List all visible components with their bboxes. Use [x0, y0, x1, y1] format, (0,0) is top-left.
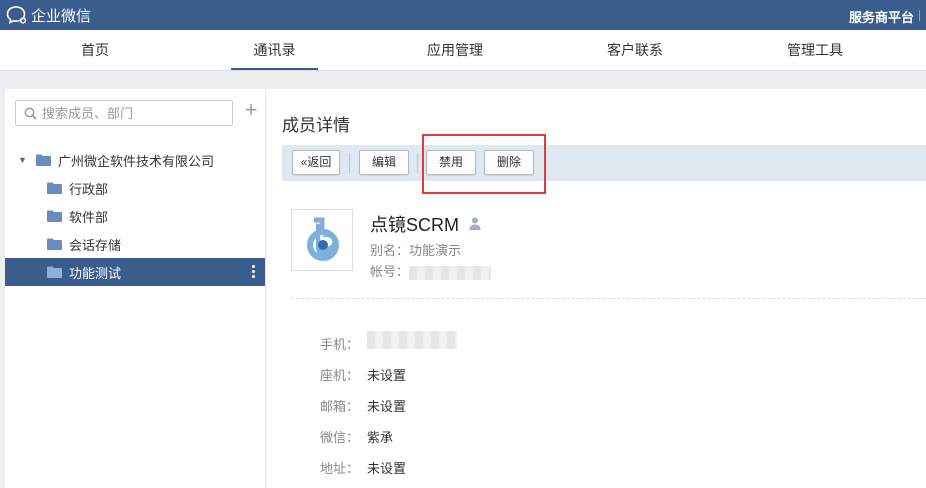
- folder-icon: [47, 238, 62, 250]
- tab-home[interactable]: 首页: [20, 30, 170, 70]
- tree-item-label: 行政部: [69, 181, 109, 197]
- account-value-redacted: [409, 265, 492, 280]
- back-button[interactable]: «返回: [292, 150, 340, 175]
- service-platform-link[interactable]: 服务商平台: [849, 7, 914, 26]
- tree-item-dept[interactable]: 行政部: [5, 174, 265, 202]
- tab-management-tools[interactable]: 管理工具: [740, 30, 890, 70]
- alias-value: 功能演示: [409, 243, 462, 258]
- tab-app-management[interactable]: 应用管理: [380, 30, 530, 70]
- wework-logo-icon: [6, 6, 27, 24]
- app-title: 企业微信: [31, 7, 92, 25]
- member-detail-panel: 成员详情 «返回 编辑 禁用 删除 点镜SCRM 别名：功能演示 帐号： 手机：…: [266, 89, 926, 488]
- field-value-landline: 未设置: [367, 368, 407, 383]
- folder-icon: [47, 266, 62, 278]
- main-nav: 首页 通讯录 应用管理 客户联系 管理工具: [0, 30, 926, 71]
- toolbar-divider: [417, 153, 418, 173]
- field-value-wechat: 紫承: [367, 430, 394, 445]
- field-label-landline: 座机：: [320, 368, 360, 383]
- person-icon: [469, 217, 481, 230]
- action-toolbar: «返回 编辑 禁用 删除: [282, 145, 926, 181]
- member-avatar-logo: [307, 217, 339, 261]
- tree-item-dept[interactable]: 软件部: [5, 202, 265, 230]
- highlight-box: [422, 134, 546, 194]
- edit-button[interactable]: 编辑: [359, 150, 409, 175]
- add-button[interactable]: +: [241, 99, 261, 121]
- toolbar-divider: [349, 153, 350, 173]
- page-title: 成员详情: [282, 116, 350, 135]
- search-input[interactable]: [42, 104, 227, 122]
- tree-item-label: 会话存储: [69, 237, 122, 253]
- tree-item-dept[interactable]: 会话存储: [5, 230, 265, 258]
- tab-customer-contact[interactable]: 客户联系: [560, 30, 710, 70]
- caret-down-icon[interactable]: ▼: [18, 155, 30, 165]
- member-name: 点镜SCRM: [370, 215, 459, 235]
- field-label-mobile: 手机：: [320, 337, 360, 352]
- field-value-email: 未设置: [367, 399, 407, 414]
- avatar: [291, 209, 353, 271]
- field-value-address: 未设置: [367, 461, 407, 476]
- search-box[interactable]: [15, 100, 233, 126]
- tree-item-label: 软件部: [69, 209, 109, 225]
- tab-contacts[interactable]: 通讯录: [231, 30, 318, 70]
- tree-root-company[interactable]: ▼ 广州微企软件技术有限公司: [5, 146, 265, 174]
- folder-icon: [36, 154, 51, 166]
- org-sidebar: + ▼ 广州微企软件技术有限公司 行政部 软件部 会话存储 功能测试: [5, 89, 266, 488]
- field-label-email: 邮箱：: [320, 399, 360, 414]
- section-divider: [291, 298, 926, 299]
- tree-item-dept-selected[interactable]: 功能测试: [5, 258, 265, 286]
- topbar-divider: [919, 10, 920, 21]
- member-alias: 别名：功能演示: [370, 243, 462, 258]
- top-bar: 企业微信 服务商平台: [0, 0, 926, 30]
- field-value-mobile-redacted: [367, 331, 457, 349]
- member-account: 帐号：: [370, 261, 492, 280]
- field-label-address: 地址：: [320, 461, 360, 476]
- search-icon: [24, 107, 37, 120]
- folder-icon: [47, 210, 62, 222]
- field-label-wechat: 微信：: [320, 430, 360, 445]
- tree-root-label: 广州微企软件技术有限公司: [58, 153, 215, 169]
- app-logo[interactable]: 企业微信: [6, 5, 91, 25]
- tree-item-label: 功能测试: [69, 265, 122, 281]
- folder-icon: [47, 182, 62, 194]
- more-options-icon[interactable]: [252, 265, 255, 279]
